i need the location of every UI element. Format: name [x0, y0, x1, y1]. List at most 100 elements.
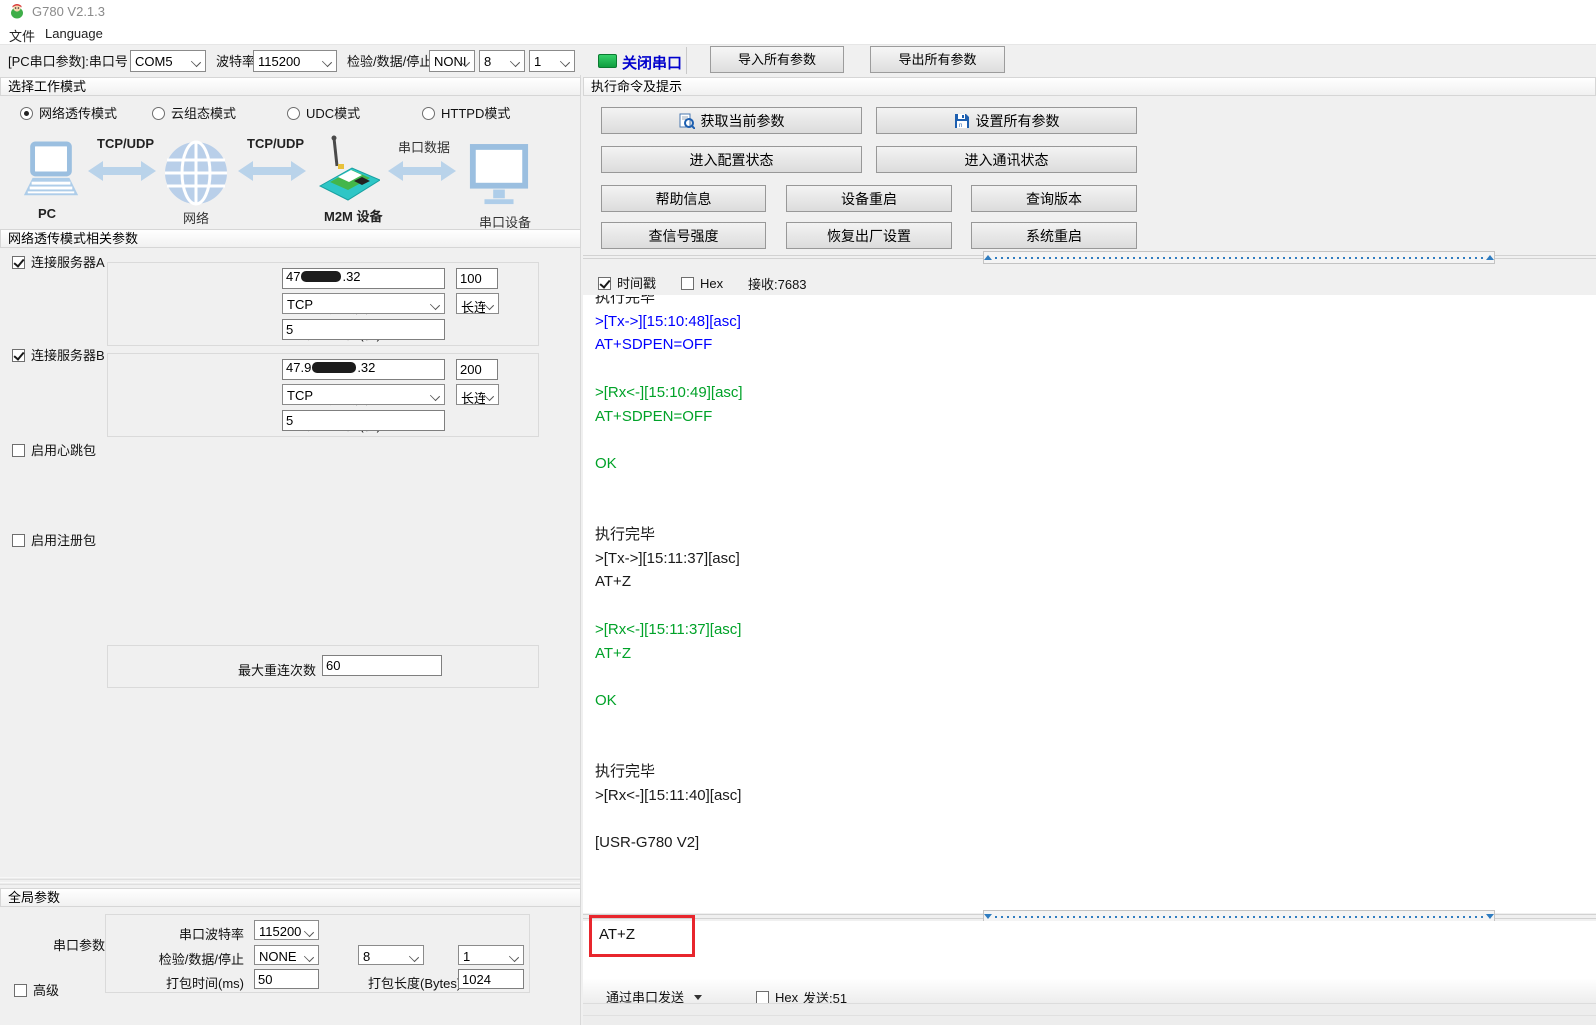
menu-file[interactable]: 文件 — [9, 26, 35, 45]
pc-serial-label: [PC串口参数]:串口号 — [8, 54, 128, 69]
set-all-params-button[interactable]: n设置所有参数 — [876, 107, 1137, 134]
log-hex-checkbox[interactable]: Hex — [681, 276, 723, 291]
diagram-link1-label: TCP/UDP — [97, 136, 154, 151]
packtime-input[interactable] — [254, 969, 319, 989]
log-splitter-handle[interactable] — [983, 251, 1495, 264]
button-label: 查信号强度 — [649, 226, 719, 246]
chevron-down-icon — [484, 391, 494, 401]
register-checkbox[interactable]: 启用注册包 — [12, 533, 96, 548]
packtime-label: 打包时间(ms) — [166, 973, 244, 992]
received-count: 接收:7683 — [748, 277, 807, 292]
query-signal-button[interactable]: 查信号强度 — [601, 222, 766, 249]
com-port-select[interactable]: COM5 — [130, 50, 206, 72]
diagram-m2m-label: M2M 设备 — [324, 206, 383, 225]
send-input-area[interactable] — [583, 921, 1596, 1003]
menu-language[interactable]: Language — [45, 26, 103, 41]
baud-select[interactable]: 115200 — [253, 50, 337, 72]
server-a-group: 地址和端口 47.32 连接类型 TCP 长连接 超时时间(秒) — [107, 262, 539, 346]
chevron-down-icon — [304, 927, 314, 937]
work-mode-radio-2[interactable]: UDC模式 — [287, 106, 360, 121]
factory-reset-button[interactable]: 恢复出厂设置 — [786, 222, 952, 249]
packlen-input[interactable] — [458, 969, 524, 989]
serial-toolbar: [PC串口参数]:串口号 COM5 波特率 115200 检验/数据/停止 NO… — [0, 44, 1596, 76]
global-params-header: 全局参数 — [0, 888, 581, 907]
log-line — [595, 665, 1592, 689]
collapse-down-icon[interactable] — [1486, 914, 1494, 919]
serial-stopbits-select[interactable]: 1 — [458, 945, 524, 965]
server-b-type-select[interactable]: TCP — [282, 384, 445, 405]
serial-parity-select[interactable]: NONE — [254, 945, 319, 965]
diagram-pc-label: PC — [38, 206, 56, 221]
app-window: G780 V2.1.3 文件 Language [PC串口参数]:串口号 COM… — [0, 0, 1596, 1025]
checkbox-icon — [12, 256, 25, 269]
heartbeat-checkbox[interactable]: 启用心跳包 — [12, 443, 96, 458]
work-mode-label: UDC模式 — [306, 106, 360, 121]
diagram-link2-label: TCP/UDP — [247, 136, 304, 151]
server-b-connmode-select[interactable]: 长连接 — [456, 384, 499, 405]
serial-baud-label: 串口波特率 — [179, 924, 244, 943]
log-output[interactable]: 执行完毕>[Tx->][15:10:48][asc]AT+SDPEN=OFF >… — [583, 295, 1596, 913]
arrow-left-right-icon — [88, 158, 156, 184]
checkbox-icon — [598, 277, 611, 290]
reconnect-group: 最大重连次数 — [107, 645, 539, 688]
server-b-group: 地址和端口 47.9.32 连接类型 TCP 长连接 超时时间(秒) — [107, 353, 539, 437]
server-a-timeout-input[interactable] — [282, 319, 445, 340]
serial-baud-select[interactable]: 115200 — [254, 920, 319, 940]
collapse-down-icon[interactable] — [984, 914, 992, 919]
baud-label: 波特率 — [216, 54, 255, 69]
diagram-net-label: 网络 — [183, 208, 209, 227]
log-line: OK — [595, 689, 1592, 713]
server-a-checkbox[interactable]: 连接服务器A — [12, 255, 105, 270]
work-mode-header: 选择工作模式 — [0, 77, 581, 96]
export-params-button[interactable]: 导出所有参数 — [870, 46, 1005, 73]
work-mode-radio-0[interactable]: 网络透传模式 — [20, 106, 117, 121]
button-label: 系统重启 — [1026, 226, 1082, 246]
enter-comm-state-button[interactable]: 进入通讯状态 — [876, 146, 1137, 173]
log-line: 执行完毕 — [595, 760, 1592, 784]
left-splitter[interactable] — [0, 877, 580, 880]
dropdown-arrow-icon — [694, 995, 702, 1000]
collapse-up-icon[interactable] — [1486, 255, 1494, 260]
stopbits-select[interactable]: 1 — [529, 50, 575, 72]
databits-select[interactable]: 8 — [479, 50, 525, 72]
button-label: 帮助信息 — [656, 189, 712, 209]
server-b-port-input[interactable] — [456, 359, 498, 380]
parity-label: 检验/数据/停止 — [347, 54, 432, 69]
server-a-connmode-select[interactable]: 长连接 — [456, 293, 499, 314]
log-line — [595, 594, 1592, 618]
server-b-address-input[interactable]: 47.9.32 — [282, 359, 445, 380]
radio-icon — [422, 107, 435, 120]
system-restart-button[interactable]: 系统重启 — [971, 222, 1137, 249]
server-a-address-input[interactable]: 47.32 — [282, 268, 445, 289]
log-line: AT+Z — [595, 642, 1592, 666]
chevron-down-icon — [191, 57, 201, 67]
advanced-checkbox[interactable]: 高级 — [14, 983, 59, 998]
get-current-params-button[interactable]: 获取当前参数 — [601, 107, 862, 134]
parity-select[interactable]: NONI — [429, 50, 475, 72]
radio-icon — [20, 107, 33, 120]
enter-config-state-button[interactable]: 进入配置状态 — [601, 146, 862, 173]
import-params-button[interactable]: 导入所有参数 — [710, 46, 844, 73]
collapse-up-icon[interactable] — [984, 255, 992, 260]
server-b-checkbox[interactable]: 连接服务器B — [12, 348, 105, 363]
log-line: [USR-G780 V2] — [595, 831, 1592, 855]
m2m-device-icon — [318, 134, 380, 206]
left-splitter[interactable] — [0, 882, 580, 885]
server-a-type-select[interactable]: TCP — [282, 293, 445, 314]
timestamp-checkbox[interactable]: 时间戳 — [598, 276, 656, 291]
close-port-button[interactable]: 关闭串口 — [622, 52, 682, 73]
help-info-button[interactable]: 帮助信息 — [601, 185, 766, 212]
device-restart-button[interactable]: 设备重启 — [786, 185, 952, 212]
server-b-timeout-input[interactable] — [282, 410, 445, 431]
chevron-down-icon — [304, 952, 314, 962]
work-mode-radio-1[interactable]: 云组态模式 — [152, 106, 236, 121]
log-line: 执行完毕 — [595, 523, 1592, 547]
work-mode-radio-3[interactable]: HTTPD模式 — [422, 106, 510, 121]
serial-databits-select[interactable]: 8 — [358, 945, 424, 965]
serial-params-label: 串口参数 — [53, 938, 105, 953]
server-a-port-input[interactable] — [456, 268, 498, 289]
work-mode-label: 云组态模式 — [171, 106, 236, 121]
checkbox-icon — [12, 534, 25, 547]
query-version-button[interactable]: 查询版本 — [971, 185, 1137, 212]
reconnect-input[interactable] — [322, 655, 442, 676]
